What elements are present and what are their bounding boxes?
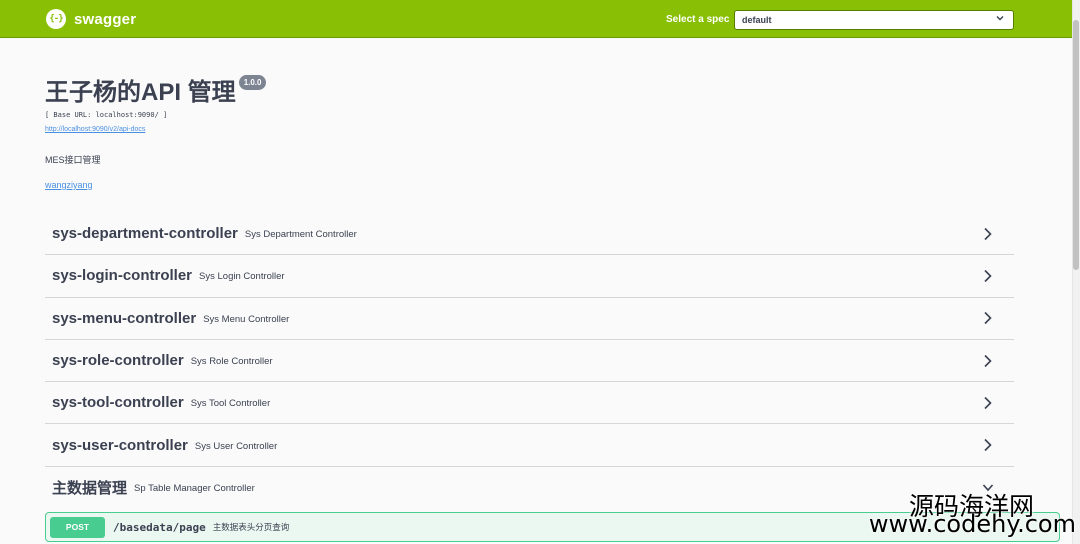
tag-sys-tool-controller[interactable]: sys-tool-controller Sys Tool Controller [45,382,1014,425]
tag-name: sys-tool-controller [52,394,184,412]
api-info: 王子杨的API 管理 1.0.0 [ Base URL: localhost:9… [45,72,267,190]
base-url: [ Base URL: localhost:9090/ ] [45,111,168,119]
tag-master-data[interactable]: 主数据管理 Sp Table Manager Controller [45,467,1014,509]
tag-name: sys-user-controller [52,436,188,454]
chevron-right-icon[interactable] [982,227,994,241]
tag-name: 主数据管理 [52,480,128,498]
tag-name: sys-department-controller [52,225,238,243]
tag-sys-department-controller[interactable]: sys-department-controller Sys Department… [45,213,1014,256]
tag-description: Sys Department Controller [244,229,357,241]
method-badge: POST [50,516,105,538]
tag-sys-login-controller[interactable]: sys-login-controller Sys Login Controlle… [45,255,1014,298]
watermark-url: www.codehy.com [868,510,1076,538]
api-docs-link[interactable]: http://localhost:9090/v2/api-docs [45,126,266,133]
version-badge: 1.0.0 [238,75,267,90]
chevron-down-icon [996,14,1004,24]
tag-description: Sys Menu Controller [203,313,290,325]
spec-selected-value: default [742,15,772,25]
api-title: 王子杨的API 管理 [45,79,236,106]
top-bar: {-} swagger Select a spec default [0,0,1072,38]
tag-description: Sp Table Manager Controller [134,483,255,495]
tag-description: Sys Tool Controller [190,398,271,410]
tag-description: Sys User Controller [194,440,278,452]
operation-path: /basedata/page [113,520,206,534]
chevron-right-icon[interactable] [982,311,994,325]
operation-summary: 主数据表头分页查询 [212,522,290,532]
swagger-logo[interactable]: {-} swagger [46,9,136,29]
spec-select[interactable]: default [734,10,1014,30]
spec-label: Select a spec [666,14,730,25]
tag-sys-role-controller[interactable]: sys-role-controller Sys Role Controller [45,340,1014,383]
tag-sys-menu-controller[interactable]: sys-menu-controller Sys Menu Controller [45,298,1014,340]
chevron-right-icon[interactable] [982,354,994,368]
chevron-right-icon[interactable] [982,438,994,452]
tag-name: sys-role-controller [52,352,184,370]
tag-name: sys-login-controller [52,267,193,285]
api-description: MES接口管理 [45,155,101,165]
tag-sys-user-controller[interactable]: sys-user-controller Sys User Controller [45,424,1014,467]
api-title-row: 王子杨的API 管理 1.0.0 [45,72,267,107]
chevron-right-icon[interactable] [982,396,994,410]
scrollbar[interactable] [1072,0,1080,544]
tag-description: Sys Login Controller [199,271,285,283]
chevron-right-icon[interactable] [982,269,994,283]
tag-description: Sys Role Controller [190,356,273,368]
swagger-logo-icon: {-} [46,9,66,29]
tag-list: sys-department-controller Sys Department… [45,213,1014,509]
logo-text: swagger [74,10,137,28]
tag-name: sys-menu-controller [52,309,197,327]
author-link[interactable]: wangziyang [45,180,266,190]
scrollbar-thumb[interactable] [1073,20,1079,270]
